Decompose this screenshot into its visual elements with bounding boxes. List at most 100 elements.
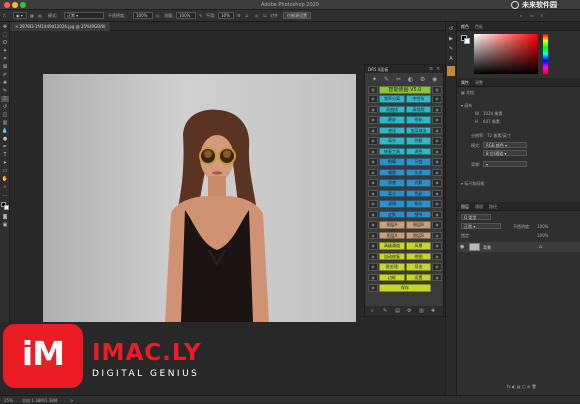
plugin-header-right-icon[interactable]: ▦ [432,86,442,94]
plugin-row-icon[interactable]: ◉ [432,158,442,166]
plugin-button[interactable]: 导出 [406,263,431,271]
plugin-button[interactable]: 皮肤 [379,210,405,218]
plugin-row-icon[interactable]: ◉ [368,242,378,250]
plugin-row-icon[interactable]: ◉ [368,147,378,155]
color-background-swatch[interactable] [464,38,470,44]
plugin-row-icon[interactable]: ◉ [432,105,442,113]
eraser-tool-icon[interactable]: ◫ [1,112,9,118]
plugin-row-icon[interactable]: ◉ [368,189,378,197]
background-color-swatch[interactable] [4,205,9,210]
share-icon[interactable]: ⇪ [540,13,543,18]
layer-name[interactable]: 背景 [483,245,491,251]
more-tools-icon[interactable]: … [1,192,9,198]
clone-source-icon[interactable]: ▤ [38,13,42,18]
smoothing-settings-icon[interactable]: ⚙ [237,13,241,18]
plugin-row-icon[interactable]: ◉ [368,252,378,260]
opacity-field[interactable]: 100% [133,12,153,19]
tab-properties[interactable]: 属性 [461,80,469,86]
plugin-button[interactable]: 柔光 [379,189,405,197]
plugin-button[interactable]: 头发 [406,168,431,176]
plugin-tool-5-icon[interactable]: ⚙ [420,76,425,83]
trash-icon[interactable]: ▥ [419,308,424,314]
airbrush-icon[interactable]: ✎ [199,13,202,18]
tab-swatches[interactable]: 色板 [475,24,483,30]
plugin-button[interactable]: 拼图 [406,252,431,260]
plugin-button[interactable]: 保存 [379,284,431,292]
plugin-button[interactable]: 高级通道 [379,242,405,250]
flow-field[interactable]: 100% [176,12,196,19]
tab-color[interactable]: 颜色 [461,24,469,30]
plugin-row-icon[interactable]: ◉ [432,221,442,229]
plugin-button[interactable]: 图层B [406,221,431,229]
plugin-button[interactable]: 边框 [379,273,405,281]
smoothing-field[interactable]: 10% [218,12,234,19]
plugin-button[interactable]: 图层B [406,231,431,239]
clone-stamp-tool-icon[interactable]: ⎍ [1,96,9,102]
dodge-tool-icon[interactable]: ● [1,136,9,142]
plugin-row-icon[interactable]: ◉ [432,273,442,281]
layers-footer-icons[interactable]: fx ◐ ▤ ▢ ⊕ 🗑 [507,384,537,389]
eyedropper-tool-icon[interactable]: ✐ [1,72,9,78]
brush-settings-icon[interactable]: ▦ [30,13,34,18]
document-image[interactable] [43,74,356,322]
layer-fill-value[interactable]: 100% [537,233,548,238]
plugin-row-icon[interactable]: ◉ [368,179,378,187]
resolution-value[interactable]: 72 像素/英寸 [487,133,511,139]
plugin-row-icon[interactable]: ◉ [432,242,442,250]
plugin-button[interactable]: 锐化 [406,116,431,124]
plugin-button[interactable]: 眼睛 [379,158,405,166]
mode-select[interactable]: RGB 颜色 ▾ [483,142,527,148]
plugin-row-icon[interactable]: ◉ [368,137,378,145]
plugin-header-left-icon[interactable]: ▦ [368,86,378,94]
blur-tool-icon[interactable]: 💧 [1,128,9,134]
plugin-row-icon[interactable]: ◉ [368,116,378,124]
plugin-button[interactable]: 高低频 [406,105,431,113]
tab-channels[interactable]: 通道 [475,204,483,210]
angle-icon[interactable]: ∠ [245,13,249,18]
color-field[interactable] [474,34,538,74]
lasso-tool-icon[interactable]: ʘ [1,40,9,46]
healing-brush-tool-icon[interactable]: ✚ [1,80,9,86]
plugin-row-icon[interactable]: ◉ [432,252,442,260]
document-tab[interactable]: × 2978I3-1f41449d12026.jpg @ 25%(RGB/8) [10,22,111,31]
plugin-button[interactable]: 光影 [406,179,431,187]
plugin-button[interactable]: 图层A [379,221,405,229]
plugin-button[interactable]: 高光 [379,137,405,145]
plugin-button[interactable]: 批处理 [379,263,405,271]
plugin-button[interactable]: 嘴唇 [379,168,405,176]
tab-adjustments[interactable]: 调整 [475,80,483,86]
plugin-button[interactable]: 磨皮 [379,116,405,124]
hand-tool-icon[interactable]: ✋ [1,176,9,182]
move-tool-icon[interactable]: ✥ [1,24,9,30]
background-fill-select[interactable]: ▾ [483,161,527,167]
plugin-tool-4-icon[interactable]: ◐ [408,76,413,83]
shape-tool-icon[interactable]: ▭ [1,168,9,174]
plugin-row-icon[interactable]: ◉ [432,116,442,124]
character-panel-icon[interactable]: A [447,56,455,62]
gear-icon[interactable]: ⚙ [407,308,411,314]
document-tab-close-icon[interactable]: × [15,24,18,29]
plugin-close-icon[interactable]: × [436,66,440,72]
plugin-row-icon[interactable]: ◉ [432,168,442,176]
plugin-row-icon[interactable]: ◉ [368,105,378,113]
plugin-button[interactable]: 细节 [406,210,431,218]
plugin-row-icon[interactable]: ◉ [368,95,378,103]
clone-source-settings-button[interactable]: 仿制源设置 [283,12,311,19]
plugin-row-icon[interactable]: ◉ [432,231,442,239]
plugin-row-icon[interactable]: ◉ [368,284,378,292]
plugin-row-icon[interactable]: ◉ [432,189,442,197]
plugin-row-icon[interactable]: ◉ [368,263,378,271]
screen-mode-icon[interactable]: ▣ [1,222,9,228]
plugin-row-icon[interactable]: ◉ [368,126,378,134]
quick-select-tool-icon[interactable]: ✦ [1,48,9,54]
pen-tool-icon[interactable]: ✒ [1,144,9,150]
gradient-tool-icon[interactable]: ▥ [1,120,9,126]
plugin-button[interactable]: 风景 [406,242,431,250]
plugin-button[interactable]: 加深减淡 [406,126,431,134]
align-checkbox[interactable]: ☑ [263,13,267,18]
brush-icon[interactable]: ✎ [383,308,387,314]
plugin-button[interactable]: 图层A [379,231,405,239]
search-icon[interactable]: ⌕ [520,13,522,18]
plugin-button[interactable]: 液化 [379,126,405,134]
crop-tool-icon[interactable]: ⌗ [1,56,9,62]
